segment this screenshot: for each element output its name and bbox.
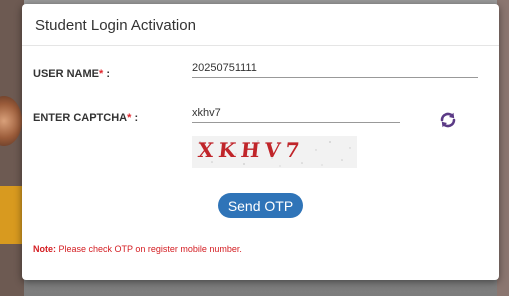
captcha-input[interactable] <box>192 107 400 123</box>
backdrop-left-panel <box>0 0 24 296</box>
captcha-label: ENTER CAPTCHA* : <box>33 112 138 124</box>
captcha-label-text: ENTER CAPTCHA <box>33 112 128 124</box>
send-otp-button[interactable]: Send OTP <box>218 193 303 218</box>
backdrop-yellow-block <box>0 186 24 244</box>
note-text: Please check OTP on register mobile numb… <box>56 244 242 254</box>
captcha-image-text: XKHV7 <box>196 138 306 162</box>
modal-header: Student Login Activation <box>22 4 499 46</box>
refresh-captcha-icon[interactable] <box>439 111 457 129</box>
note-prefix: Note: <box>33 244 56 254</box>
otp-note: Note: Please check OTP on register mobil… <box>33 244 242 254</box>
captcha-label-colon: : <box>131 112 139 124</box>
captcha-image: XKHV7 <box>192 136 357 168</box>
username-label: USER NAME* : <box>33 68 110 80</box>
login-activation-modal: Student Login Activation USER NAME* : EN… <box>22 4 499 280</box>
username-label-text: USER NAME <box>33 68 100 80</box>
username-input[interactable] <box>192 62 478 78</box>
modal-title: Student Login Activation <box>35 17 196 34</box>
username-label-colon: : <box>103 68 111 80</box>
